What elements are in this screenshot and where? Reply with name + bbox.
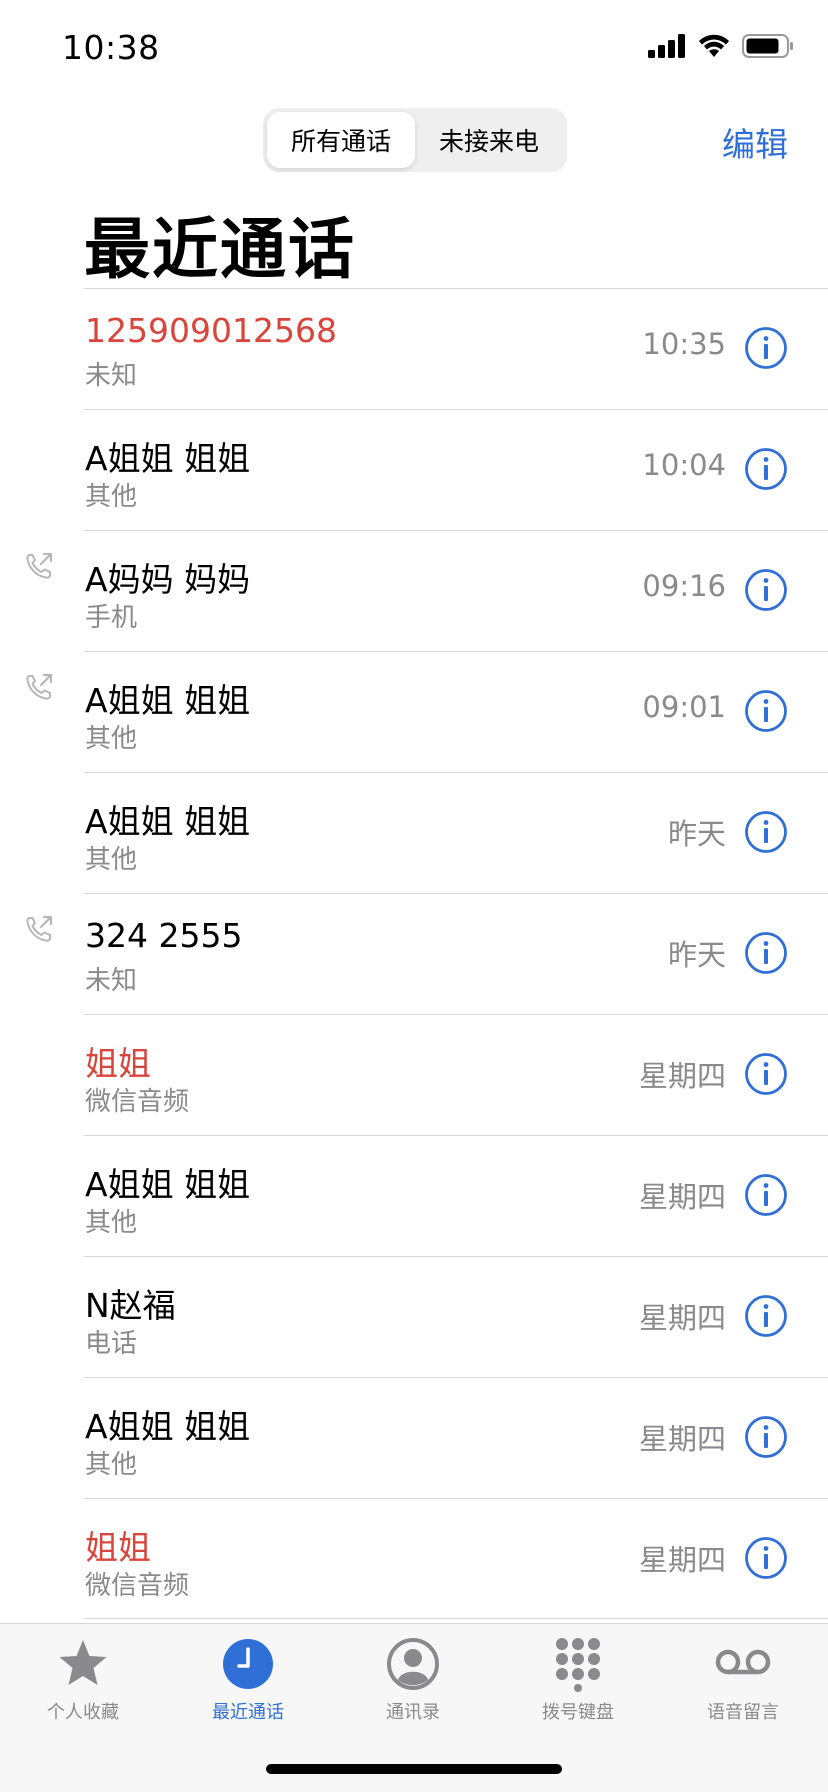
call-time: 星期四 — [638, 1059, 726, 1093]
tab-contacts[interactable]: 通讯录 — [338, 1636, 488, 1724]
star-icon — [59, 1640, 107, 1685]
segment-missed-calls[interactable]: 未接来电 — [415, 112, 563, 168]
call-row[interactable]: A姐姐 姐姐其他 星期四 — [84, 1135, 828, 1256]
call-label: 其他 — [85, 1450, 138, 1480]
tab-voicemail[interactable]: 语音留言 — [668, 1636, 818, 1724]
tab-favorites[interactable]: 个人收藏 — [8, 1636, 158, 1724]
call-time: 10:04 — [642, 448, 726, 482]
battery-icon — [742, 34, 793, 58]
info-icon[interactable] — [744, 689, 788, 733]
call-row[interactable]: A姐姐 姐姐其他 09:01 — [26, 651, 828, 772]
info-icon[interactable] — [744, 1294, 788, 1338]
caller-name: 姐姐 — [85, 1528, 151, 1567]
call-row[interactable]: N赵福电话 星期四 — [84, 1256, 828, 1377]
keypad-icon — [556, 1638, 600, 1692]
call-time: 星期四 — [638, 1180, 726, 1214]
status-time: 10:38 — [62, 28, 160, 67]
info-icon[interactable] — [744, 447, 788, 491]
info-icon[interactable] — [744, 568, 788, 612]
call-time: 09:01 — [642, 690, 726, 724]
outgoing-call-icon — [24, 672, 54, 702]
signal-icon — [648, 34, 685, 58]
caller-name: A姐姐 姐姐 — [85, 1165, 251, 1204]
page-title: 最近通话 — [84, 211, 356, 288]
call-time: 星期四 — [638, 1543, 726, 1577]
call-time: 星期四 — [638, 1301, 726, 1335]
tab-keypad[interactable]: 拨号键盘 — [503, 1636, 653, 1724]
caller-name: N赵福 — [85, 1286, 176, 1325]
tab-recents[interactable]: 最近通话 — [173, 1636, 323, 1724]
status-icons — [648, 34, 794, 58]
status-bar: 10:38 — [0, 0, 828, 100]
call-time: 10:35 — [642, 327, 726, 361]
call-label: 其他 — [85, 482, 138, 512]
info-icon[interactable] — [744, 1052, 788, 1096]
call-label: 其他 — [85, 724, 138, 754]
call-time: 09:16 — [642, 569, 726, 603]
info-icon[interactable] — [744, 810, 788, 854]
info-icon[interactable] — [744, 1536, 788, 1580]
call-row[interactable]: A姐姐 姐姐其他 星期四 — [84, 1377, 828, 1498]
caller-name: A妈妈 妈妈 — [85, 560, 251, 599]
call-label: 电话 — [85, 1329, 138, 1359]
caller-name: A姐姐 姐姐 — [85, 802, 251, 841]
call-row[interactable]: A妈妈 妈妈手机 09:16 — [26, 530, 828, 651]
home-indicator — [266, 1764, 562, 1774]
wifi-icon — [699, 34, 729, 57]
call-label: 微信音频 — [85, 1087, 190, 1117]
caller-name: 324 2555 — [85, 916, 243, 955]
call-row[interactable]: A姐姐 姐姐其他 昨天 — [84, 772, 828, 893]
call-label: 其他 — [85, 845, 138, 875]
segment-all-calls[interactable]: 所有通话 — [267, 112, 415, 168]
tab-voicemail-label: 语音留言 — [707, 1702, 779, 1723]
clock-icon — [223, 1639, 273, 1689]
call-label: 未知 — [85, 966, 138, 996]
call-label: 手机 — [85, 603, 138, 633]
contact-icon — [387, 1638, 439, 1690]
tab-keypad-label: 拨号键盘 — [542, 1702, 614, 1723]
call-time: 星期四 — [638, 1422, 726, 1456]
caller-name: A姐姐 姐姐 — [85, 681, 251, 720]
tab-contacts-label: 通讯录 — [386, 1702, 440, 1723]
call-row[interactable]: 125909012568 未知 10:35 — [84, 288, 828, 409]
tab-recents-label: 最近通话 — [212, 1702, 284, 1723]
caller-name: 125909012568 — [85, 311, 337, 350]
caller-name: A姐姐 姐姐 — [85, 439, 251, 478]
info-icon[interactable] — [744, 931, 788, 975]
info-icon[interactable] — [744, 1415, 788, 1459]
outgoing-call-icon — [24, 551, 54, 581]
recent-calls-list: 125909012568 未知 10:35 A姐姐 姐姐 其他 10:04 A妈妈 妈妈 手机… — [0, 288, 828, 1619]
call-time: 昨天 — [667, 938, 726, 972]
edit-button[interactable]: 编辑 — [722, 118, 788, 166]
voicemail-icon — [715, 1649, 771, 1675]
info-icon[interactable] — [744, 1173, 788, 1217]
call-row[interactable]: 324 2555 未知 昨天 — [26, 893, 828, 1014]
call-row[interactable]: 姐姐微信音频 星期四 — [84, 1014, 828, 1135]
call-label: 未知 — [85, 361, 138, 391]
info-icon[interactable] — [744, 326, 788, 370]
caller-name: A姐姐 姐姐 — [85, 1407, 251, 1446]
caller-name: 姐姐 — [85, 1044, 151, 1083]
outgoing-call-icon — [24, 914, 54, 944]
call-time: 昨天 — [667, 817, 726, 851]
call-filter-segmented-control: 所有通话 未接来电 — [263, 108, 567, 172]
call-label: 其他 — [85, 1208, 138, 1238]
call-label: 微信音频 — [85, 1571, 190, 1601]
call-row[interactable]: A姐姐 姐姐其他 10:04 — [84, 409, 828, 530]
call-row[interactable]: 姐姐微信音频 星期四 — [84, 1498, 828, 1619]
tab-favorites-label: 个人收藏 — [47, 1702, 119, 1723]
